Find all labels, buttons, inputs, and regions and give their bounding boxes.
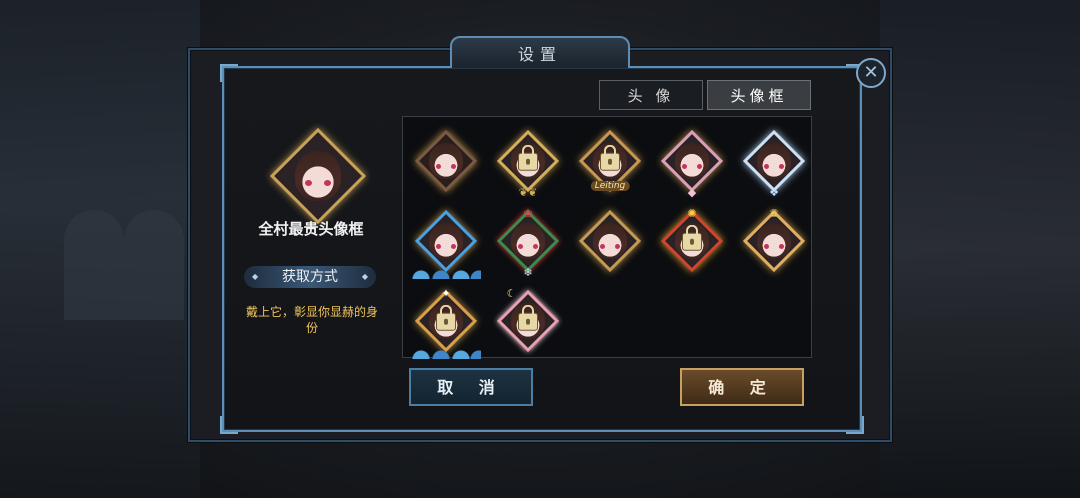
background-arch [124,210,184,320]
frame-item-fireworks[interactable]: ✺ [651,201,733,281]
leiting-ribbon: Leiting [590,181,630,191]
firework-icon: ✺ [687,207,697,220]
obtain-method-button[interactable]: 获取方式 [244,266,376,288]
frame-item-leiting[interactable]: Leiting [569,121,651,201]
laurel-icon: ❦❦ [518,186,538,199]
lock-icon [519,304,537,330]
frame-description: 戴上它，彰显你显赫的身份 [245,305,378,335]
frame-item-plain-brown[interactable] [405,121,487,201]
moon-icon: ☾ [506,287,517,300]
frame-item-tropical[interactable]: ✦ [405,281,487,361]
corner-ornament [846,416,864,434]
frame-name: 全村最贵头像框 [258,220,364,238]
avatar [675,143,709,179]
avatar [593,223,627,259]
dialog-title: 设置 [450,36,630,68]
lock-icon [519,144,537,170]
frame-item-crown[interactable]: ♛ [733,201,815,281]
frame-item-moon-night[interactable]: ☾ [487,281,569,361]
frame-item-pink-gem[interactable]: ◆ [651,121,733,201]
frame-item-christmas-wreath[interactable]: ❀ ❄ [487,201,569,281]
avatar [295,151,341,201]
lock-icon [601,144,619,170]
wave-icon [411,347,481,359]
wave-icon [411,267,481,279]
cancel-button[interactable]: 取 消 [409,368,533,406]
frame-item-gold-base[interactable] [569,201,651,281]
wings-icon: ❖ [769,186,779,199]
bird-icon: ✦ [441,287,451,300]
close-icon: ✕ [863,62,879,83]
bow-icon: ❀ [523,207,533,220]
avatar [429,143,463,179]
confirm-button[interactable]: 确 定 [680,368,804,406]
background-arch [64,210,124,320]
avatar [757,223,791,259]
frame-item-ocean-wave[interactable] [405,201,487,281]
lock-icon [683,224,701,250]
avatar [757,143,791,179]
avatar [511,223,545,259]
frame-item-gold-laurel[interactable]: ❦❦ [487,121,569,201]
snowflake-icon: ❄ [523,266,533,279]
close-button[interactable]: ✕ [856,58,886,88]
lock-icon [437,304,455,330]
corner-ornament [220,416,238,434]
tab-avatar-frame[interactable]: 头像框 [707,80,811,110]
corner-ornament [220,64,238,82]
frame-item-silver-wings[interactable]: ❖ [733,121,815,201]
tab-bar: 头 像 头像框 [599,80,811,110]
tab-avatar[interactable]: 头 像 [599,80,703,110]
background-right [880,0,1080,498]
gem-icon: ◆ [687,186,697,199]
frame-grid: ❦❦ Leiting ◆ ❖ ❀ ❄ ✺ ♛ ✦ ☾ [402,116,815,361]
crown-icon: ♛ [769,207,779,220]
avatar [429,223,463,259]
